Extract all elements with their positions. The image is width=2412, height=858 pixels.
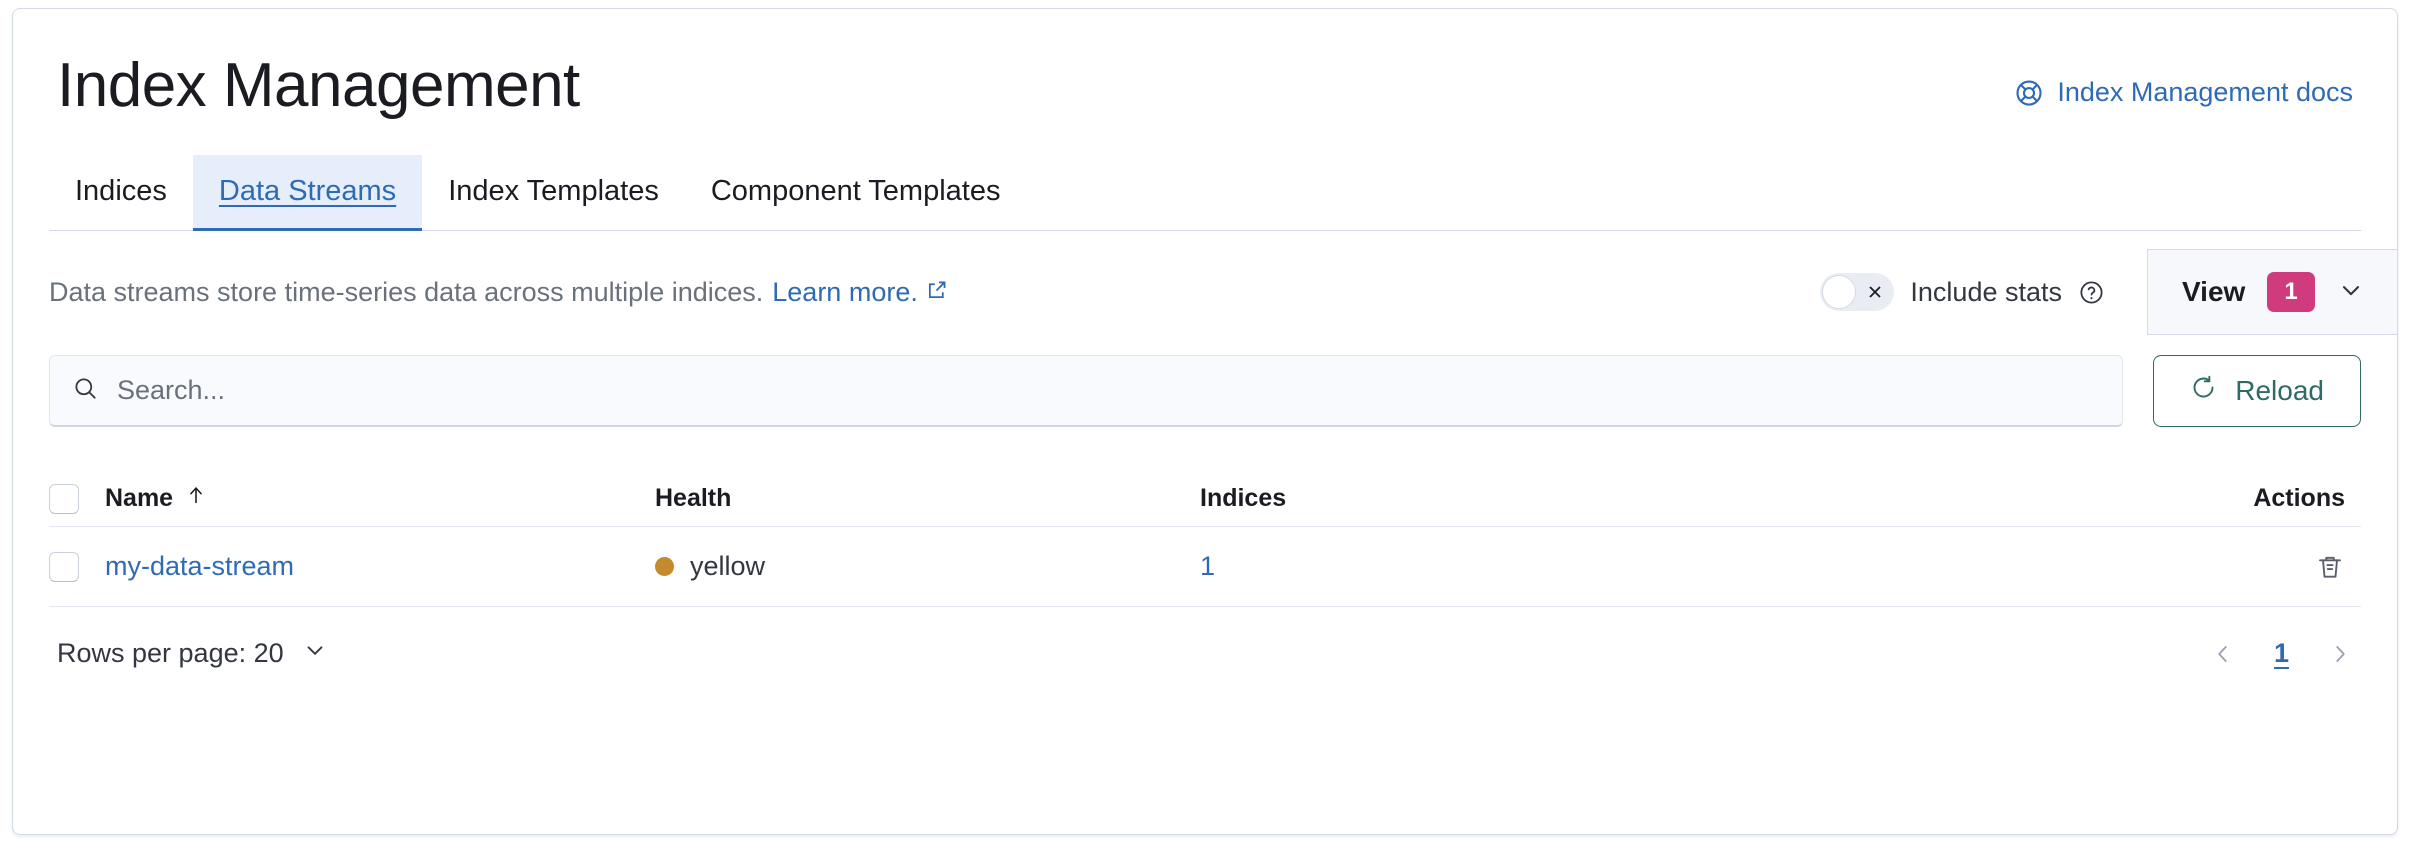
health-status-dot <box>655 557 674 576</box>
indices-count-link[interactable]: 1 <box>1200 551 1215 581</box>
column-header-name-label: Name <box>105 484 174 512</box>
help-lifebuoy-icon <box>2014 78 2044 108</box>
column-header-health[interactable]: Health <box>655 484 731 513</box>
search-icon <box>72 375 99 407</box>
row-select-checkbox[interactable] <box>49 551 79 582</box>
chevron-left-icon[interactable] <box>2210 641 2236 667</box>
page-header: Index Management Index Management docs <box>13 9 2397 117</box>
table-row: my-data-stream yellow 1 <box>49 527 2361 607</box>
include-stats-toggle[interactable] <box>1820 273 1895 311</box>
search-row: Reload <box>49 355 2361 427</box>
pagination-page-1[interactable]: 1 <box>2266 638 2297 669</box>
column-header-actions-cell: Actions <box>2231 484 2361 513</box>
select-all-checkbox[interactable] <box>49 483 79 514</box>
view-button[interactable]: View 1 <box>2147 249 2397 335</box>
search-field[interactable] <box>49 355 2124 427</box>
page-title: Index Management <box>57 51 580 120</box>
chevron-down-icon <box>2337 276 2365 309</box>
toggle-knob <box>1822 275 1857 309</box>
row-indices-cell: 1 <box>1200 551 2231 582</box>
health-status-label: yellow <box>690 551 766 581</box>
pagination: 1 <box>2210 638 2353 669</box>
table-footer: Rows per page: 20 1 <box>49 607 2361 670</box>
tab-indices[interactable]: Indices <box>49 155 193 230</box>
reload-button-label: Reload <box>2235 375 2324 406</box>
chevron-down-icon <box>302 637 328 670</box>
column-header-name-cell: Name <box>105 484 655 513</box>
search-input[interactable] <box>117 375 2101 406</box>
include-stats-label: Include stats <box>1910 276 2062 307</box>
include-stats-group: Include stats <box>1820 273 2105 311</box>
trash-icon[interactable] <box>2315 552 2345 582</box>
refresh-icon <box>2190 374 2217 408</box>
row-name-cell: my-data-stream <box>105 551 655 582</box>
rows-per-page-selector[interactable]: Rows per page: 20 <box>57 637 328 670</box>
right-controls: Include stats View 1 <box>1820 249 2397 335</box>
learn-more-link[interactable]: Learn more. <box>772 277 948 308</box>
column-header-indices[interactable]: Indices <box>1200 484 2231 513</box>
rows-per-page-label: Rows per page: 20 <box>57 638 284 668</box>
tab-component-templates[interactable]: Component Templates <box>685 155 1027 230</box>
controls-row: Data streams store time-series data acro… <box>49 231 2397 335</box>
cross-icon <box>1867 284 1883 300</box>
tab-bar: Indices Data Streams Index Templates Com… <box>49 155 2361 231</box>
row-health-cell: yellow <box>655 551 1200 582</box>
index-management-docs-link[interactable]: Index Management docs <box>2014 77 2353 108</box>
view-filter-count-badge: 1 <box>2267 272 2315 312</box>
sort-ascending-arrow-icon <box>185 484 207 513</box>
index-management-panel: Index Management Index Management docs I… <box>12 8 2398 835</box>
tab-data-streams[interactable]: Data Streams <box>192 155 423 231</box>
table-header-row: Name Health Indices Actions <box>49 471 2361 527</box>
view-button-label: View <box>2182 276 2246 307</box>
tab-index-templates[interactable]: Index Templates <box>422 155 685 230</box>
column-header-name[interactable]: Name <box>105 484 655 513</box>
question-in-circle-icon[interactable] <box>2078 279 2105 306</box>
row-actions-cell <box>2231 552 2361 582</box>
data-streams-description: Data streams store time-series data acro… <box>49 277 948 308</box>
select-all-cell <box>49 483 105 514</box>
column-header-actions: Actions <box>2253 484 2345 512</box>
column-header-indices-cell: Indices <box>1200 484 2231 513</box>
data-streams-table: Name Health Indices Actions my-data-stre… <box>49 471 2361 607</box>
description-text: Data streams store time-series data acro… <box>49 276 764 307</box>
data-stream-name-link[interactable]: my-data-stream <box>105 551 294 581</box>
row-select-cell <box>49 551 105 582</box>
external-link-icon <box>926 277 948 308</box>
learn-more-label: Learn more. <box>772 276 918 307</box>
docs-link-label: Index Management docs <box>2057 77 2353 107</box>
reload-button[interactable]: Reload <box>2153 355 2361 427</box>
column-header-health-cell: Health <box>655 484 1200 513</box>
chevron-right-icon[interactable] <box>2327 641 2353 667</box>
